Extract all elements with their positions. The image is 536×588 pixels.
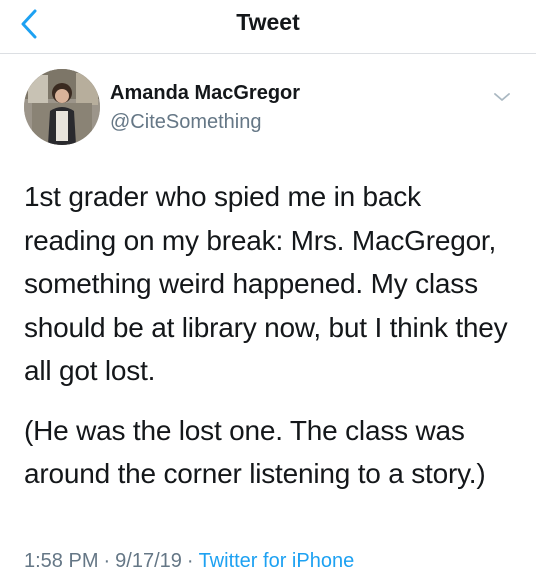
tweet-source-link[interactable]: Twitter for iPhone bbox=[199, 550, 355, 572]
page-title: Tweet bbox=[236, 9, 300, 35]
avatar-photo bbox=[24, 69, 100, 145]
tweet-menu-button[interactable] bbox=[490, 85, 514, 109]
author-handle[interactable]: @CiteSomething bbox=[110, 111, 261, 134]
tweet-paragraph: 1st grader who spied me in back reading … bbox=[24, 181, 508, 386]
avatar[interactable] bbox=[24, 69, 100, 145]
tweet-text: 1st grader who spied me in back reading … bbox=[24, 175, 516, 496]
tweet-detail-screen: Tweet Amanda MacGregor @CiteSomething 1s… bbox=[0, 0, 536, 588]
navigation-bar: Tweet bbox=[0, 0, 536, 54]
tweet-date: 9/17/19 bbox=[115, 550, 182, 572]
tweet-meta: 1:58 PM · 9/17/19 · Twitter for iPhone bbox=[24, 550, 354, 573]
chevron-down-icon bbox=[494, 93, 510, 101]
author-name[interactable]: Amanda MacGregor bbox=[110, 82, 300, 105]
meta-separator: · bbox=[186, 550, 194, 572]
tweet-time: 1:58 PM bbox=[24, 550, 99, 572]
tweet-author: Amanda MacGregor @CiteSomething bbox=[24, 69, 514, 151]
meta-separator: · bbox=[103, 550, 111, 572]
tweet-paragraph: (He was the lost one. The class was arou… bbox=[24, 414, 486, 490]
